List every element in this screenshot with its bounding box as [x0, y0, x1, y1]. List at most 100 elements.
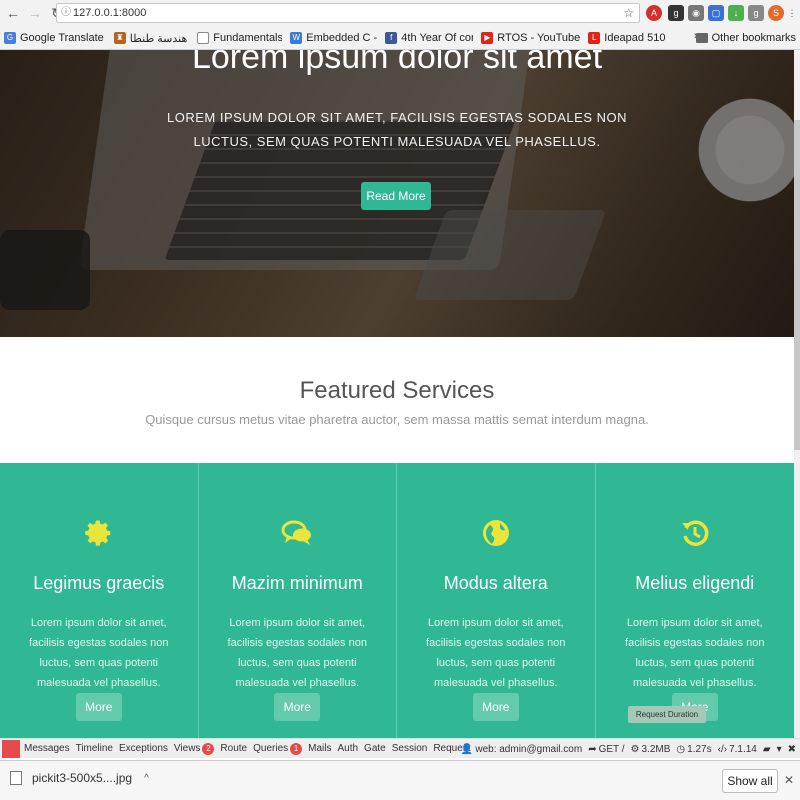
- history-icon: [596, 518, 795, 554]
- page-viewport: Lorem ipsum dolor sit amet LOREM IPSUM D…: [0, 50, 794, 738]
- memory-icon: ⚙: [630, 743, 640, 755]
- read-more-button[interactable]: Read More: [361, 182, 431, 210]
- page-scrollbar[interactable]: [794, 50, 800, 738]
- bookmark-google-translate[interactable]: G Google Translate: [4, 32, 104, 44]
- service-more-button[interactable]: More: [472, 693, 519, 721]
- facebook-icon: f: [385, 32, 398, 44]
- debug-tab-views[interactable]: Views 2: [174, 742, 215, 755]
- bookmark-embedded-c[interactable]: W Embedded C - VL: [290, 32, 377, 44]
- chat-bubbles-icon: [199, 518, 397, 554]
- debug-user[interactable]: web: admin@gmail.com: [475, 744, 582, 755]
- l-icon: L: [588, 32, 601, 44]
- url-text: 127.0.0.1:8000: [73, 7, 147, 19]
- service-title: Mazim minimum: [231, 573, 363, 593]
- extension-icon[interactable]: g: [668, 5, 684, 21]
- services-section: Legimus graecis Lorem ipsum dolor sit am…: [0, 463, 794, 738]
- globe-icon: [397, 518, 595, 554]
- minimize-icon[interactable]: ▾: [777, 744, 782, 755]
- debug-tab-session[interactable]: Session: [392, 743, 428, 754]
- adblock-icon[interactable]: A: [646, 5, 662, 21]
- scrollbar-thumb[interactable]: [794, 120, 800, 450]
- tracker-icon[interactable]: ◉: [688, 5, 704, 21]
- bookmark-ext-icon[interactable]: ▢: [708, 5, 724, 21]
- hero-subtitle: LOREM IPSUM DOLOR SIT AMET, FACILISIS EG…: [166, 110, 627, 149]
- service-more-button[interactable]: More: [274, 693, 321, 721]
- queries-count-badge: 1: [290, 742, 303, 755]
- views-count-badge: 2: [202, 742, 215, 755]
- featured-title: Featured Services: [299, 377, 495, 404]
- show-all-button[interactable]: Show all: [722, 769, 778, 793]
- debug-tab-mails[interactable]: Mails: [308, 743, 331, 754]
- download-ext-icon[interactable]: ↓: [728, 5, 744, 21]
- service-text: Lorem ipsum dolor sit amet, facilisis eg…: [29, 617, 169, 689]
- bookmark-rtos[interactable]: ▶ RTOS - YouTube: [481, 32, 580, 44]
- download-filename: pickit3-500x5....jpg: [32, 771, 133, 785]
- folder-open-icon[interactable]: ▰: [763, 744, 771, 755]
- service-title: Modus altera: [443, 573, 548, 593]
- bookmark-tanta[interactable]: ♜ هندسة طنطا: [113, 32, 188, 45]
- bookmark-4th-year[interactable]: f 4th Year Of comp: [385, 32, 473, 44]
- info-icon[interactable]: ⓘ: [61, 4, 71, 22]
- service-title: Melius eligendi: [635, 573, 755, 593]
- bookmark-label: Google Translate: [20, 32, 104, 44]
- youtube-icon: ▶: [481, 32, 494, 44]
- gear-icon: [0, 518, 198, 554]
- service-more-button[interactable]: More: [75, 693, 122, 721]
- hero-section: Lorem ipsum dolor sit amet LOREM IPSUM D…: [0, 50, 794, 337]
- chevron-up-icon[interactable]: ^: [144, 773, 149, 784]
- service-card: Modus altera Lorem ipsum dolor sit amet,…: [397, 463, 596, 738]
- debug-bar: Messages Timeline Exceptions Views 2 Rou…: [0, 738, 800, 758]
- debug-tab-route[interactable]: Route: [220, 743, 247, 754]
- bookmark-label: RTOS - YouTube: [497, 32, 581, 44]
- user-icon: 👤: [460, 743, 474, 755]
- bookmark-label: Ideapad 510 (15: [604, 32, 668, 44]
- debug-tab-queries[interactable]: Queries 1: [253, 742, 303, 755]
- request-duration-tooltip: Request Duration: [628, 706, 706, 723]
- bookmark-label: Fundamentals of: [213, 32, 283, 44]
- bookmark-fundamentals[interactable]: Fundamentals of: [197, 32, 282, 44]
- debug-duration[interactable]: 1.27s: [687, 744, 711, 755]
- page-icon: [197, 32, 210, 44]
- laravel-logo-icon[interactable]: [2, 739, 20, 758]
- bookmarks-bar: G Google Translate ♜ هندسة طنطا Fundamen…: [0, 27, 800, 49]
- debug-bar-stats: 👤 web: admin@gmail.com ➦ GET / ⚙ 3.2MB ◷…: [455, 739, 796, 759]
- file-icon: [10, 771, 22, 785]
- debug-version[interactable]: 7.1.14: [729, 744, 757, 755]
- folder-icon: [695, 33, 708, 43]
- debug-tab-timeline[interactable]: Timeline: [76, 743, 113, 754]
- debug-tab-messages[interactable]: Messages: [24, 743, 70, 754]
- bookmark-star-icon[interactable]: ☆: [623, 4, 634, 22]
- service-card: Melius eligendi Lorem ipsum dolor sit am…: [596, 463, 795, 738]
- clock-icon: ◷: [676, 743, 686, 755]
- bookmark-label: هندسة طنطا: [129, 32, 188, 45]
- address-bar[interactable]: ⓘ 127.0.0.1:8000 ☆: [56, 3, 640, 23]
- code-icon: ‹/›: [717, 743, 728, 755]
- other-bookmarks[interactable]: Other bookmarks: [695, 27, 796, 49]
- close-downloads-icon[interactable]: ✕: [784, 773, 794, 787]
- debug-tab-gate[interactable]: Gate: [364, 743, 386, 754]
- service-card: Mazim minimum Lorem ipsum dolor sit amet…: [199, 463, 397, 738]
- download-item[interactable]: pickit3-500x5....jpg ^: [10, 771, 149, 785]
- tanta-icon: ♜: [113, 32, 126, 44]
- service-text: Lorem ipsum dolor sit amet, facilisis eg…: [426, 617, 566, 689]
- profile-ext-icon[interactable]: S: [768, 5, 784, 21]
- debug-memory[interactable]: 3.2MB: [642, 744, 671, 755]
- service-text: Lorem ipsum dolor sit amet, facilisis eg…: [625, 617, 765, 689]
- w-icon: W: [290, 32, 303, 44]
- service-title: Legimus graecis: [33, 573, 165, 593]
- ghostery-icon[interactable]: g: [748, 5, 764, 21]
- close-icon[interactable]: ✖: [788, 744, 796, 755]
- debug-tab-exceptions[interactable]: Exceptions: [119, 743, 168, 754]
- translate-icon: G: [4, 32, 16, 44]
- bookmark-ideapad[interactable]: L Ideapad 510 (15: [588, 32, 668, 44]
- featured-section: Featured Services Quisque cursus metus v…: [0, 337, 794, 463]
- debug-method[interactable]: GET /: [599, 744, 625, 755]
- debug-tab-auth[interactable]: Auth: [337, 743, 358, 754]
- debug-tab-label: Queries: [253, 743, 289, 754]
- hero-title: Lorem ipsum dolor sit amet: [191, 50, 603, 76]
- back-icon[interactable]: ←: [4, 4, 22, 22]
- forward-icon[interactable]: →: [26, 4, 44, 22]
- downloads-bar: pickit3-500x5....jpg ^ Show all ✕: [0, 760, 800, 800]
- menu-icon[interactable]: ⋮: [786, 5, 798, 21]
- service-text: Lorem ipsum dolor sit amet, facilisis eg…: [227, 617, 367, 689]
